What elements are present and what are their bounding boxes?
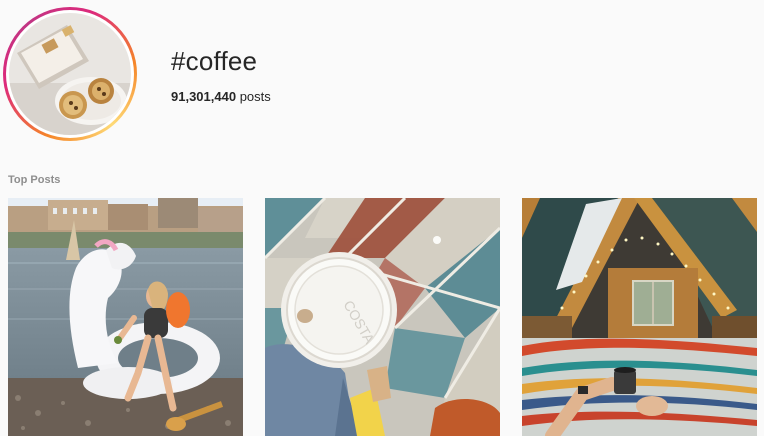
post-count: 91,301,440 posts bbox=[171, 89, 271, 105]
hashtag-title: #coffee bbox=[171, 46, 258, 76]
top-post-1[interactable] bbox=[8, 198, 243, 436]
post-image-unicorn bbox=[8, 198, 243, 436]
post-image-attic bbox=[522, 198, 757, 436]
avatar-image bbox=[9, 13, 131, 135]
top-posts-label: Top Posts bbox=[8, 174, 61, 186]
post-count-number: 91,301,440 bbox=[171, 89, 237, 104]
hashtag-avatar[interactable] bbox=[3, 7, 137, 141]
top-post-2[interactable]: COSTA bbox=[265, 198, 500, 436]
post-image-coffee-lid: COSTA bbox=[265, 198, 500, 436]
hashtag-header: #coffee 91,301,440 posts bbox=[0, 0, 764, 150]
top-post-3[interactable] bbox=[522, 198, 757, 436]
post-count-suffix: posts bbox=[239, 89, 271, 104]
